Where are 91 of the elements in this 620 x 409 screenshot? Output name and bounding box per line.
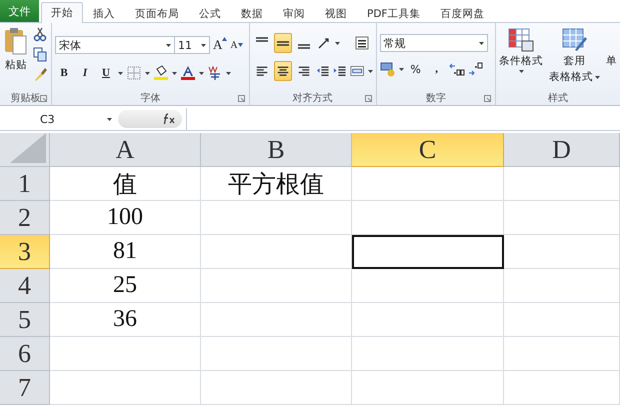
row-header[interactable]: 2 [0, 201, 50, 235]
comma-button[interactable]: , [428, 59, 446, 79]
row-header[interactable]: 5 [0, 303, 50, 337]
caret-icon[interactable] [368, 70, 373, 72]
row-header[interactable]: 7 [0, 371, 50, 405]
column-header[interactable]: B [201, 133, 352, 167]
scissors-icon[interactable] [32, 26, 48, 42]
caret-icon[interactable] [201, 44, 206, 46]
font-size-field[interactable]: 11 [174, 36, 210, 54]
group-label: 对齐方式 [292, 92, 333, 104]
ribbon-tab[interactable]: PDF工具集 [357, 3, 430, 23]
table-cell: 81 [50, 235, 201, 269]
column-header[interactable]: C [352, 133, 504, 167]
name-box[interactable]: C3 [0, 110, 118, 128]
table-cell: 值 [50, 167, 201, 201]
dialog-launcher-icon[interactable] [364, 95, 372, 102]
file-tab[interactable]: 文件 [0, 0, 39, 22]
dialog-launcher-icon[interactable] [484, 95, 491, 102]
fill-color-icon[interactable] [153, 65, 169, 81]
row-header[interactable]: 4 [0, 269, 50, 303]
ribbon-tab[interactable]: 视图 [315, 3, 357, 23]
align-lines-icon [298, 44, 310, 49]
paste-button[interactable]: 粘贴 [3, 26, 29, 90]
wrap-text-icon[interactable] [354, 35, 370, 51]
table-cell: 36 [50, 303, 201, 337]
caret-icon[interactable] [118, 72, 123, 74]
ribbon-tab[interactable]: 审阅 [273, 3, 315, 23]
dialog-launcher-icon[interactable] [40, 95, 47, 102]
table-cell: 25 [50, 269, 201, 303]
shrink-font-button[interactable]: A [230, 40, 243, 50]
horizontal-align-button[interactable] [274, 61, 292, 81]
highlighted-grid-icon [508, 28, 534, 52]
caret-icon[interactable] [398, 68, 404, 70]
format-as-table-button[interactable]: 套用 表格格式 [549, 28, 600, 90]
bold-button[interactable]: B [55, 63, 73, 83]
clipboard-icon[interactable] [3, 26, 29, 56]
caret-icon[interactable] [595, 76, 600, 78]
cell-styles-button[interactable]: 单 [606, 54, 617, 90]
down-arrow-icon [238, 43, 243, 47]
caret-icon[interactable] [199, 72, 204, 74]
caret-icon[interactable] [334, 42, 340, 44]
group-label: 剪贴板 [10, 92, 40, 104]
ribbon-tab[interactable]: 插入 [83, 3, 125, 23]
caret-icon[interactable] [172, 72, 177, 74]
decrease-decimal-icon[interactable] [468, 61, 484, 77]
align-lines-icon [254, 64, 269, 78]
align-lines-icon [276, 40, 289, 46]
ribbon-tab[interactable]: 公式 [189, 3, 231, 23]
caret-icon[interactable] [107, 118, 112, 120]
ribbon-tab[interactable]: 页面布局 [125, 3, 189, 23]
copy-icon[interactable] [32, 46, 48, 62]
table-brush-icon [562, 28, 588, 52]
dialog-launcher-icon[interactable] [238, 95, 245, 102]
align-lines-icon [256, 37, 268, 42]
currency-icon[interactable] [380, 61, 396, 77]
brush-icon[interactable] [32, 66, 48, 82]
font-name-field[interactable]: 宋体 [55, 36, 175, 54]
grow-font-button[interactable]: A [213, 37, 228, 53]
caret-icon[interactable] [518, 70, 524, 73]
ribbon-tab[interactable]: 数据 [231, 3, 273, 23]
group-label: 数字 [426, 92, 446, 104]
function-icon[interactable] [162, 113, 176, 125]
row-header[interactable]: 1 [0, 167, 50, 201]
increase-decimal-icon[interactable] [448, 61, 465, 77]
conditional-format-button[interactable]: 条件格式 [499, 28, 543, 90]
ribbon-tab[interactable]: 开始 [41, 2, 83, 23]
italic-button[interactable]: I [76, 63, 94, 83]
caret-icon[interactable] [478, 42, 484, 44]
ribbon-tab[interactable]: 百度网盘 [430, 3, 494, 23]
caret-icon[interactable] [145, 72, 150, 74]
group-label: 字体 [140, 92, 160, 104]
align-lines-icon [296, 64, 311, 78]
font-color-icon[interactable] [180, 65, 196, 81]
row-header[interactable]: 6 [0, 337, 50, 371]
table-cell: 100 [50, 201, 201, 235]
vertical-align-button[interactable] [274, 33, 292, 53]
align-lines-icon [276, 64, 290, 78]
table-cell: 平方根值 [201, 167, 352, 201]
column-header[interactable]: D [504, 133, 620, 167]
formula-bar-handle[interactable] [118, 110, 182, 128]
row-header[interactable]: 3 [0, 235, 50, 269]
group-label: 样式 [548, 92, 568, 104]
underline-button[interactable]: U [97, 63, 115, 83]
merge-cells-icon[interactable] [350, 63, 365, 79]
phonetic-icon[interactable] [207, 65, 223, 81]
caret-icon[interactable] [226, 72, 231, 74]
up-arrow-icon [222, 37, 228, 41]
percent-button[interactable]: % [406, 59, 425, 79]
number-format-field[interactable]: 常规 [380, 34, 488, 52]
caret-icon[interactable] [166, 44, 171, 46]
column-header[interactable]: A [50, 133, 201, 167]
